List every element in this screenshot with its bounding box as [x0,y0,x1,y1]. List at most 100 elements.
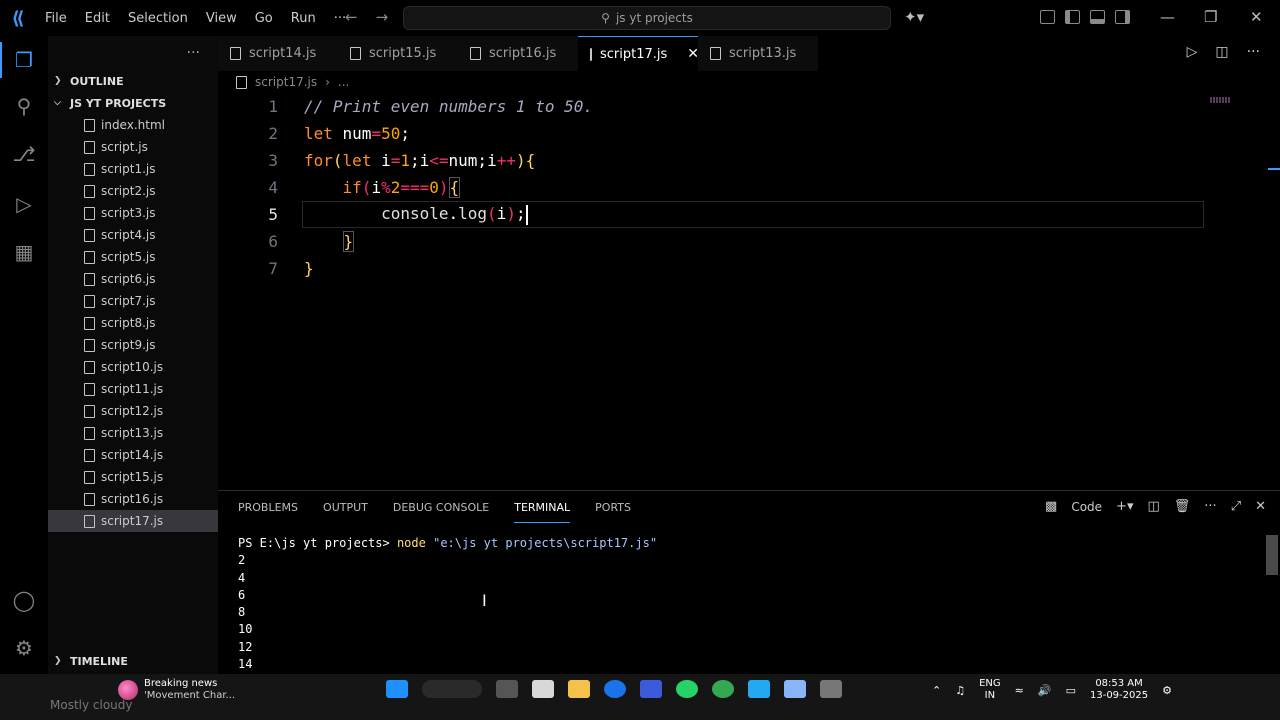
tab-output[interactable]: OUTPUT [323,501,368,523]
file-item[interactable]: script5.js [48,246,218,268]
run-file-icon[interactable]: ▷ [1187,44,1198,60]
task-view-icon[interactable] [496,680,518,698]
file-item[interactable]: script10.js [48,356,218,378]
chevron-up-icon[interactable]: ⌃ [932,684,941,697]
terminal-output[interactable]: PS E:\js yt projects> node "e:\js yt pro… [238,535,657,673]
breadcrumb-file[interactable]: script17.js [255,75,317,89]
search-view-icon[interactable]: ⚲ [12,94,36,118]
file-item[interactable]: script4.js [48,224,218,246]
more-icon[interactable]: ··· [1204,499,1216,514]
file-item[interactable]: script12.js [48,400,218,422]
file-item[interactable]: script6.js [48,268,218,290]
back-arrow-icon[interactable]: ← [345,8,358,26]
vscode-taskbar-icon[interactable] [748,680,770,698]
tab-ports[interactable]: PORTS [595,501,631,523]
app-icon[interactable] [784,680,806,698]
close-panel-icon[interactable]: ✕ [1255,499,1266,514]
menu-run[interactable]: Run [282,11,325,26]
restore-icon[interactable]: ❐ [1204,8,1217,26]
command-center-search[interactable]: ⚲ js yt projects [403,6,891,30]
clock[interactable]: 08:53 AM 13-09-2025 [1090,678,1148,702]
toggle-primary-sidebar-icon[interactable] [1065,10,1080,24]
wifi-icon[interactable]: ≈ [1015,684,1024,697]
battery-icon[interactable]: ▭ [1066,684,1076,697]
outline-section[interactable]: ❯ OUTLINE [48,70,218,92]
file-item[interactable]: script9.js [48,334,218,356]
menu-edit[interactable]: Edit [76,11,119,26]
more-icon[interactable]: ··· [1247,44,1260,60]
menu-selection[interactable]: Selection [119,11,197,26]
editor-tab[interactable]: script14.js [218,36,338,71]
menu-view[interactable]: View [197,11,246,26]
project-section[interactable]: ⌵ JS YT PROJECTS [48,92,218,114]
toggle-panel-icon[interactable] [1090,10,1105,24]
account-icon[interactable]: ◯ [12,588,36,612]
file-item[interactable]: script11.js [48,378,218,400]
file-item[interactable]: index.html [48,114,218,136]
terminal-output-line: 6 [238,587,246,602]
trash-icon[interactable]: 🗑 [1174,499,1191,514]
file-item[interactable]: script7.js [48,290,218,312]
menu-go[interactable]: Go [246,11,282,26]
edge-icon[interactable] [604,680,626,698]
file-label: script1.js [101,162,156,176]
file-item[interactable]: script3.js [48,202,218,224]
editor-tab[interactable]: script17.js ✕ [578,36,699,71]
start-icon[interactable] [386,680,408,698]
chrome-icon[interactable] [712,680,734,698]
editor-tab[interactable]: script13.js [698,36,818,71]
close-window-icon[interactable]: ✕ [1250,8,1263,26]
file-icon [84,470,95,484]
maximize-panel-icon[interactable]: ⤢ [1231,499,1241,514]
file-item[interactable]: script.js [48,136,218,158]
minimize-icon[interactable]: — [1160,8,1175,26]
tab-problems[interactable]: PROBLEMS [238,501,298,523]
source-control-icon[interactable]: ⎇ [12,142,36,166]
file-item[interactable]: script13.js [48,422,218,444]
breadcrumb-more[interactable]: ... [338,75,349,89]
menu-file[interactable]: File [36,11,76,26]
code-line: 4 if(i%2===0){ [218,174,1218,201]
file-item[interactable]: script17.js [48,510,218,532]
copilot-icon[interactable]: ✦▾ [904,8,924,26]
file-item[interactable]: script1.js [48,158,218,180]
timeline-section[interactable]: ❯ TIMELINE [48,650,218,672]
file-item[interactable]: script2.js [48,180,218,202]
editor-tab[interactable]: script15.js [338,36,458,71]
settings-gear-icon[interactable]: ⚙ [12,636,36,660]
tab-terminal[interactable]: TERMINAL [514,501,571,523]
customize-layout-icon[interactable] [1040,10,1055,24]
app-icon[interactable] [640,680,662,698]
file-icon [84,382,95,396]
volume-icon[interactable]: 🔊 [1038,684,1052,697]
split-editor-icon[interactable]: ◫ [1215,44,1228,60]
shell-label[interactable]: Code [1071,500,1102,514]
file-explorer-icon[interactable] [568,680,590,698]
file-item[interactable]: script16.js [48,488,218,510]
app-icon[interactable] [532,680,554,698]
file-item[interactable]: script8.js [48,312,218,334]
whatsapp-icon[interactable] [676,680,698,698]
microphone-icon[interactable]: ♫ [955,684,965,697]
run-debug-icon[interactable]: ▷ [12,192,36,216]
scrollbar-marker [1268,168,1280,170]
language-indicator[interactable]: ENG IN [979,678,1001,702]
toggle-secondary-sidebar-icon[interactable] [1115,10,1130,24]
explorer-icon[interactable]: ❐ [12,48,36,72]
more-actions-icon[interactable]: ··· [187,45,200,61]
file-item[interactable]: script15.js [48,466,218,488]
tab-debug-console[interactable]: DEBUG CONSOLE [393,501,489,523]
file-label: script9.js [101,338,156,352]
news-widget[interactable]: Breaking news 'Movement Char... [118,678,235,702]
notification-icon[interactable]: ⚙ [1162,684,1172,697]
split-terminal-icon[interactable]: ◫ [1147,499,1159,514]
extensions-icon[interactable]: ▦ [12,240,36,264]
taskbar-search-icon[interactable] [422,680,482,698]
forward-arrow-icon[interactable]: → [376,8,389,26]
app-icon[interactable] [820,680,842,698]
file-item[interactable]: script14.js [48,444,218,466]
editor-tab[interactable]: script16.js [458,36,578,71]
terminal-scrollbar[interactable] [1266,535,1278,575]
code-editor[interactable]: 1 // Print even numbers 1 to 50. 2 let n… [218,93,1280,490]
new-terminal-icon[interactable]: +▾ [1116,499,1133,514]
